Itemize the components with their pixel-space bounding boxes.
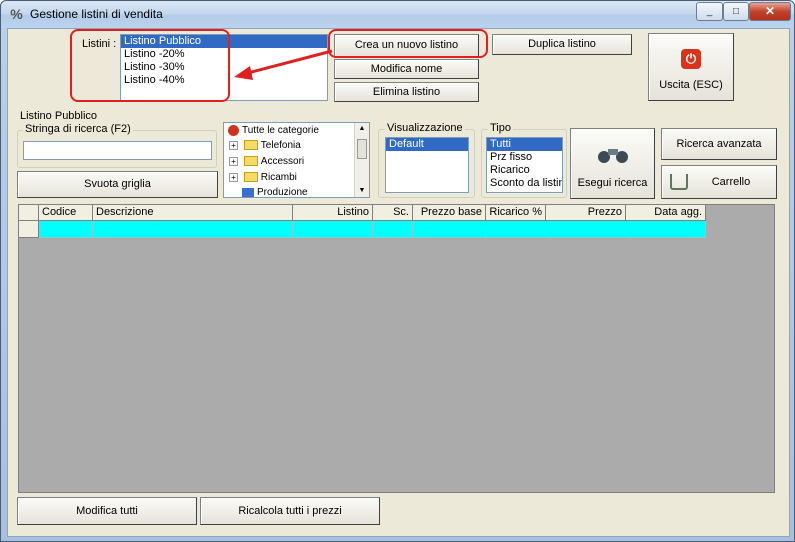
main-window: % Gestione listini di vendita _ □ ✕ List… xyxy=(0,0,795,542)
folder-icon xyxy=(243,172,258,183)
modifica-nome-button[interactable]: Modifica nome xyxy=(334,59,479,79)
tree-item-label: Ricambi xyxy=(260,172,297,183)
maximize-button[interactable]: □ xyxy=(723,2,749,21)
grid-header-sc[interactable]: Sc. xyxy=(373,205,413,221)
search-input[interactable] xyxy=(23,141,212,160)
tipo-item[interactable]: Sconto da listin xyxy=(487,177,562,190)
grid-cell[interactable] xyxy=(293,221,373,238)
tipo-title: Tipo xyxy=(488,122,513,134)
search-group-title: Stringa di ricerca (F2) xyxy=(23,123,133,135)
scroll-up-icon[interactable]: ▲ xyxy=(355,123,369,135)
grid-header-descrizione[interactable]: Descrizione xyxy=(93,205,293,221)
grid-cell[interactable] xyxy=(626,221,706,238)
grid-header-codice[interactable]: Codice xyxy=(39,205,93,221)
category-tree[interactable]: Tutte le categorie + Telefonia + Accesso… xyxy=(223,122,370,198)
grid-cell[interactable] xyxy=(39,221,93,238)
title-bar[interactable]: % Gestione listini di vendita _ □ ✕ xyxy=(1,1,794,28)
elimina-listino-label: Elimina listino xyxy=(372,86,441,98)
uscita-label: Uscita (ESC) xyxy=(659,79,723,91)
grid-cell[interactable] xyxy=(413,221,486,238)
tree-item[interactable]: + Telefonia xyxy=(229,140,301,151)
visualizzazione-title: Visualizzazione xyxy=(385,122,465,134)
grid-header-prezzo-base[interactable]: Prezzo base xyxy=(413,205,486,221)
close-button[interactable]: ✕ xyxy=(749,2,791,21)
tree-item[interactable]: Produzione xyxy=(242,187,308,198)
grid-cell[interactable] xyxy=(373,221,413,238)
carrello-button[interactable]: Carrello xyxy=(661,165,777,199)
ricalcola-label: Ricalcola tutti i prezzi xyxy=(238,505,342,517)
annotation-highlight-crea xyxy=(328,29,488,58)
expand-icon: + xyxy=(229,172,238,182)
modifica-nome-label: Modifica nome xyxy=(370,63,443,75)
expand-icon: + xyxy=(229,156,238,166)
scroll-down-icon[interactable]: ▼ xyxy=(355,185,369,197)
tree-root-label: Tutte le categorie xyxy=(242,125,319,137)
row-selector[interactable] xyxy=(19,221,39,238)
grid-header-data-agg[interactable]: Data agg. xyxy=(626,205,706,221)
svuota-griglia-label: Svuota griglia xyxy=(84,178,151,190)
modifica-tutti-button[interactable]: Modifica tutti xyxy=(17,497,197,525)
tipo-item[interactable]: Ricarico xyxy=(487,164,562,177)
app-icon: % xyxy=(10,6,23,22)
tree-item[interactable]: + Accessori xyxy=(229,156,304,167)
grid-corner xyxy=(19,205,39,221)
current-list-label: Listino Pubblico xyxy=(20,110,98,122)
duplica-listino-button[interactable]: Duplica listino xyxy=(492,34,632,55)
scroll-thumb[interactable] xyxy=(357,139,367,159)
tree-item-label: Telefonia xyxy=(260,140,301,151)
tree-item-label: Produzione xyxy=(257,187,308,198)
power-icon: ⏻ xyxy=(681,49,701,69)
folder-icon xyxy=(243,140,258,151)
esegui-ricerca-label: Esegui ricerca xyxy=(577,177,648,189)
folder-icon xyxy=(243,156,258,167)
client-area: Listini : Listino Pubblico Listino -20% … xyxy=(7,28,790,537)
grid-cell[interactable] xyxy=(93,221,293,238)
visualizzazione-item[interactable]: Default xyxy=(386,138,468,151)
expand-icon: + xyxy=(229,140,238,150)
grid-header-prezzo[interactable]: Prezzo xyxy=(546,205,626,221)
tree-scrollbar[interactable]: ▲ ▼ xyxy=(354,123,369,197)
duplica-listino-label: Duplica listino xyxy=(528,38,596,50)
elimina-listino-button[interactable]: Elimina listino xyxy=(334,82,479,102)
svuota-griglia-button[interactable]: Svuota griglia xyxy=(17,171,218,198)
ricalcola-button[interactable]: Ricalcola tutti i prezzi xyxy=(200,497,380,525)
grid-header-ricarico[interactable]: Ricarico % xyxy=(486,205,546,221)
tree-item-label: Accessori xyxy=(260,156,305,167)
grid-cell[interactable] xyxy=(486,221,546,238)
tree-item[interactable]: + Ricambi xyxy=(229,172,297,183)
cart-icon xyxy=(670,174,688,190)
tipo-item[interactable]: Prz fisso xyxy=(487,151,562,164)
minimize-button[interactable]: _ xyxy=(696,2,723,21)
visualizzazione-listbox[interactable]: Default xyxy=(385,137,469,193)
window-title: Gestione listini di vendita xyxy=(30,7,163,21)
ricerca-avanzata-button[interactable]: Ricerca avanzata xyxy=(661,128,777,160)
grid-header-listino[interactable]: Listino xyxy=(293,205,373,221)
grid-cell[interactable] xyxy=(546,221,626,238)
category-root-icon xyxy=(228,125,239,136)
uscita-button[interactable]: ⏻ Uscita (ESC) xyxy=(648,33,734,101)
annotation-arrow xyxy=(234,49,333,80)
esegui-ricerca-button[interactable]: Esegui ricerca xyxy=(570,128,655,199)
tipo-listbox[interactable]: Tutti Prz fisso Ricarico Sconto da listi… xyxy=(486,137,563,193)
annotation-highlight-listini xyxy=(70,29,230,102)
ricerca-avanzata-label: Ricerca avanzata xyxy=(676,138,762,150)
production-icon xyxy=(242,187,254,197)
results-grid[interactable]: Codice Descrizione Listino Sc. Prezzo ba… xyxy=(18,204,775,493)
tree-root[interactable]: Tutte le categorie xyxy=(228,125,319,136)
tipo-item[interactable]: Tutti xyxy=(487,138,562,151)
modifica-tutti-label: Modifica tutti xyxy=(76,505,138,517)
binoculars-icon xyxy=(597,149,628,163)
